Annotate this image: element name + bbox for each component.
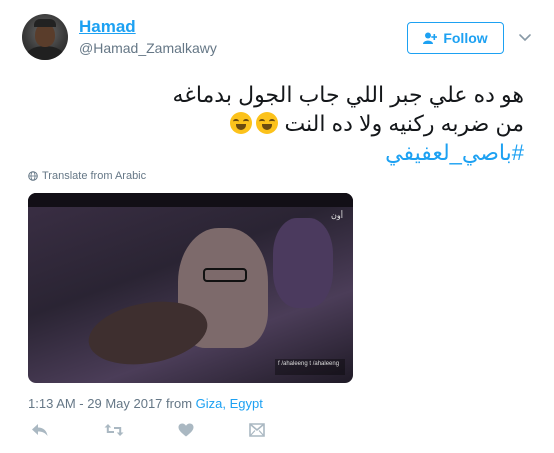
follow-button[interactable]: Follow bbox=[407, 22, 504, 54]
username[interactable]: @Hamad_Zamalkawy bbox=[79, 40, 217, 56]
follow-user-icon bbox=[423, 32, 438, 44]
tweet-text: هو ده علي جبر اللي جاب الجول بدماغه من ض… bbox=[24, 80, 524, 167]
reply-icon bbox=[32, 424, 48, 436]
retweet-button[interactable] bbox=[102, 421, 126, 439]
location-link[interactable]: Giza, Egypt bbox=[196, 396, 263, 411]
tweet-line-2: من ضربه ركنيه ولا ده النت bbox=[24, 109, 524, 138]
timestamp-time[interactable]: 1:13 AM - 29 May 2017 from bbox=[28, 396, 196, 411]
avatar[interactable] bbox=[22, 14, 68, 60]
like-button[interactable] bbox=[174, 421, 198, 439]
tweet-line-2-text: من ضربه ركنيه ولا ده النت bbox=[284, 111, 524, 136]
tweet-media-image[interactable]: أون f /ahaleeng t /ahaleeng bbox=[28, 193, 353, 383]
reply-button[interactable] bbox=[28, 421, 52, 439]
tweet-timestamp: 1:13 AM - 29 May 2017 from Giza, Egypt bbox=[28, 396, 263, 411]
hashtag-link[interactable]: #باصي_لعفيفي bbox=[24, 138, 524, 167]
channel-logo: أون bbox=[331, 211, 343, 220]
laughing-tears-emoji-icon bbox=[256, 112, 279, 134]
retweet-icon bbox=[104, 424, 124, 436]
tweet-actions bbox=[28, 421, 315, 439]
direct-message-button[interactable] bbox=[245, 421, 269, 439]
globe-icon bbox=[28, 171, 38, 181]
follow-label: Follow bbox=[443, 30, 488, 46]
heart-icon bbox=[178, 423, 194, 437]
chevron-down-icon[interactable] bbox=[518, 30, 532, 44]
tweet-line-1: هو ده علي جبر اللي جاب الجول بدماغه bbox=[172, 82, 524, 107]
direct-message-icon bbox=[249, 423, 265, 437]
laughing-tears-emoji-icon bbox=[230, 112, 253, 134]
translate-label: Translate from Arabic bbox=[42, 170, 147, 182]
media-credits: f /ahaleeng t /ahaleeng bbox=[275, 359, 345, 375]
translate-link[interactable]: Translate from Arabic bbox=[28, 170, 146, 182]
display-name[interactable]: Hamad bbox=[79, 17, 136, 37]
